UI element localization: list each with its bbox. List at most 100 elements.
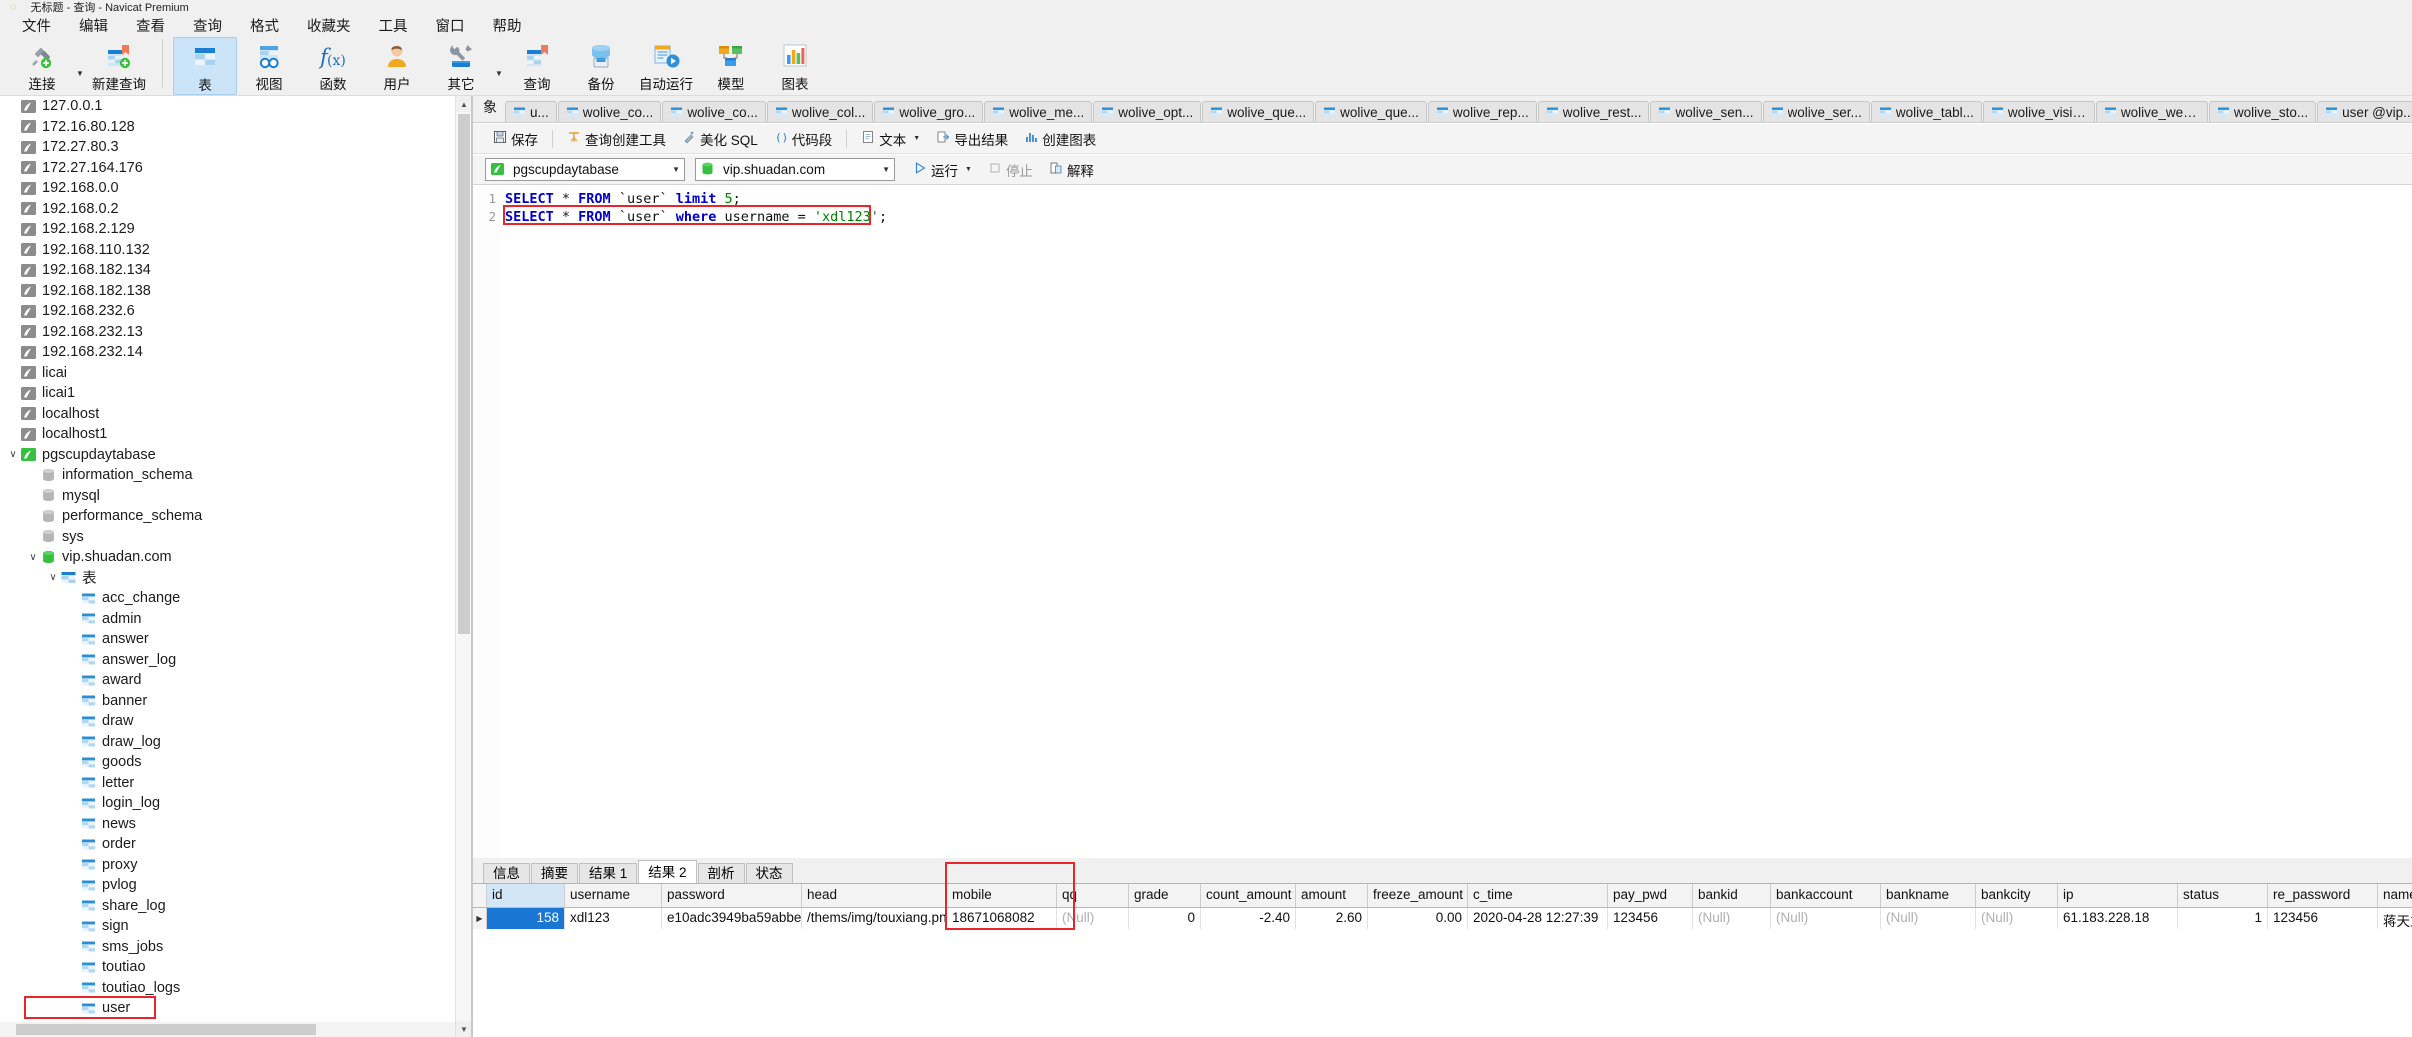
cell-re_password[interactable]: 123456 — [2268, 908, 2378, 929]
cell-pay_pwd[interactable]: 123456 — [1608, 908, 1693, 929]
sidebar-hscroll-thumb[interactable] — [16, 1024, 316, 1035]
cell-qq[interactable]: (Null) — [1057, 908, 1129, 929]
column-header-bankaccount[interactable]: bankaccount — [1771, 884, 1881, 907]
tree-item-information-schema[interactable]: information_schema — [0, 465, 471, 486]
sql-line[interactable]: SELECT * FROM `user` limit 5; — [505, 190, 741, 208]
tree-item-192-168-232-6[interactable]: 192.168.232.6 — [0, 301, 471, 322]
explain-button[interactable]: 解释 — [1041, 158, 1102, 182]
cell-amount[interactable]: 2.60 — [1296, 908, 1368, 929]
column-header-count_amount[interactable]: count_amount — [1201, 884, 1296, 907]
object-tab[interactable]: wolive_rest... — [1537, 101, 1650, 122]
connection-tree-sidebar[interactable]: 127.0.0.1 172.16.80.128 172.27.80.3 172.27.… — [0, 96, 472, 1037]
tree-expander-icon[interactable]: ∨ — [6, 449, 20, 460]
column-header-c_time[interactable]: c_time — [1468, 884, 1608, 907]
cell-mobile[interactable]: 18671068082 — [947, 908, 1057, 929]
column-header-bankname[interactable]: bankname — [1881, 884, 1976, 907]
result-tab-状态[interactable]: 状态 — [745, 863, 793, 883]
result-tab-结果2[interactable]: 结果 2 — [638, 860, 697, 883]
object-tab[interactable]: wolive_que... — [1202, 101, 1315, 122]
column-header-bankid[interactable]: bankid — [1693, 884, 1771, 907]
cell-count_amount[interactable]: -2.40 — [1201, 908, 1296, 929]
tree-item-vip-shuadan-com[interactable]: ∨ vip.shuadan.com — [0, 547, 471, 568]
tree-item-draw-log[interactable]: draw_log — [0, 732, 471, 753]
tree-item-answer[interactable]: answer — [0, 629, 471, 650]
run-button[interactable]: 运行 ▼ — [905, 158, 980, 182]
cell-grade[interactable]: 0 — [1129, 908, 1201, 929]
column-header-pay_pwd[interactable]: pay_pwd — [1608, 884, 1693, 907]
tree-expander-icon[interactable]: ∨ — [46, 572, 60, 583]
sidebar-vertical-scrollbar[interactable]: ▲ ▼ — [455, 96, 471, 1037]
tree-item-acc-change[interactable]: acc_change — [0, 588, 471, 609]
chevron-down-icon[interactable]: ▼ — [493, 69, 505, 78]
cell-bankid[interactable]: (Null) — [1693, 908, 1771, 929]
sql-line[interactable]: SELECT * FROM `user` where username = 'x… — [505, 208, 887, 226]
column-header-freeze_amount[interactable]: freeze_amount — [1368, 884, 1468, 907]
cell-head[interactable]: /thems/img/touxiang.png — [802, 908, 947, 929]
toolbar-query[interactable]: 查询 — [505, 37, 569, 93]
column-header-id[interactable]: id — [487, 884, 565, 907]
sidebar-scroll-thumb[interactable] — [458, 114, 470, 634]
tree-item-sign[interactable]: sign — [0, 916, 471, 937]
cell-password[interactable]: e10adc3949ba59abbe56e — [662, 908, 802, 929]
tree-item-172-16-80-128[interactable]: 172.16.80.128 — [0, 117, 471, 138]
object-tab[interactable]: wolive_co... — [662, 101, 766, 122]
tree-item-sms-jobs[interactable]: sms_jobs — [0, 937, 471, 958]
object-tab[interactable]: wolive_opt... — [1093, 101, 1202, 122]
tree-item-answer-log[interactable]: answer_log — [0, 650, 471, 671]
menu-edit[interactable]: 编辑 — [65, 13, 122, 38]
menu-tools[interactable]: 工具 — [365, 13, 422, 38]
tree-item-172-27-164-176[interactable]: 172.27.164.176 — [0, 158, 471, 179]
result-tab-摘要[interactable]: 摘要 — [531, 863, 578, 883]
tree-item-192-168-0-0[interactable]: 192.168.0.0 — [0, 178, 471, 199]
menu-format[interactable]: 格式 — [236, 13, 293, 38]
menu-file[interactable]: 文件 — [8, 13, 65, 38]
cell-freeze_amount[interactable]: 0.00 — [1368, 908, 1468, 929]
chevron-down-icon[interactable]: ▼ — [878, 165, 890, 174]
tree-item-performance-schema[interactable]: performance_schema — [0, 506, 471, 527]
toolbar-chart[interactable]: 图表 — [763, 37, 827, 93]
result-tab-结果1[interactable]: 结果 1 — [579, 863, 638, 883]
cell-bankname[interactable]: (Null) — [1881, 908, 1976, 929]
tree-item-share-log[interactable]: share_log — [0, 896, 471, 917]
column-header-username[interactable]: username — [565, 884, 662, 907]
cell-c_time[interactable]: 2020-04-28 12:27:39 — [1468, 908, 1608, 929]
sql-editor[interactable]: 1 2 SELECT * FROM `user` limit 5; SELECT … — [473, 186, 2412, 858]
column-header-re_password[interactable]: re_password — [2268, 884, 2378, 907]
database-combo[interactable]: vip.shuadan.com ▼ — [695, 158, 895, 181]
tree-item-192-168-2-129[interactable]: 192.168.2.129 — [0, 219, 471, 240]
column-header-qq[interactable]: qq — [1057, 884, 1129, 907]
tree-item-pgscupdaytabase[interactable]: ∨ pgscupdaytabase — [0, 445, 471, 466]
tree-item-172-27-80-3[interactable]: 172.27.80.3 — [0, 137, 471, 158]
result-grid[interactable]: id username password head mobile qq grade count… — [473, 862, 2412, 944]
object-tab[interactable]: wolive_me... — [984, 101, 1093, 122]
export-result-button[interactable]: 导出结果 — [928, 127, 1016, 151]
tree-item-192-168-232-13[interactable]: 192.168.232.13 — [0, 322, 471, 343]
toolbar-view[interactable]: 视图 — [237, 37, 301, 93]
menu-view[interactable]: 查看 — [122, 13, 179, 38]
result-tab-信息[interactable]: 信息 — [483, 863, 530, 883]
tree-item-192-168-182-134[interactable]: 192.168.182.134 — [0, 260, 471, 281]
chevron-down-icon[interactable]: ▼ — [962, 166, 972, 173]
code-snippet-button[interactable]: () 代码段 — [766, 127, 841, 151]
save-button[interactable]: 保存 — [485, 127, 546, 151]
menu-favorites[interactable]: 收藏夹 — [293, 13, 365, 38]
column-header-mobile[interactable]: mobile — [947, 884, 1057, 907]
tree-item-toutiao-logs[interactable]: toutiao_logs — [0, 978, 471, 999]
tree-item-licai[interactable]: licai — [0, 363, 471, 384]
object-tab[interactable]: wolive_tabl... — [1870, 101, 1982, 122]
tree-item-192-168-0-2[interactable]: 192.168.0.2 — [0, 199, 471, 220]
column-header-password[interactable]: password — [662, 884, 802, 907]
sidebar-horizontal-scrollbar[interactable] — [0, 1022, 471, 1037]
toolbar-connection[interactable]: 连接 — [10, 37, 74, 93]
tree-item-goods[interactable]: goods — [0, 752, 471, 773]
tree-item-news[interactable]: news — [0, 814, 471, 835]
object-tab[interactable]: u... — [505, 101, 557, 122]
tree-item-localhost[interactable]: localhost — [0, 404, 471, 425]
toolbar-table[interactable]: 表 — [173, 37, 237, 95]
column-header-ip[interactable]: ip — [2058, 884, 2178, 907]
object-tab[interactable]: wolive_gro... — [874, 101, 984, 122]
tree-item-pvlog[interactable]: pvlog — [0, 875, 471, 896]
create-chart-button[interactable]: 创建图表 — [1016, 127, 1104, 151]
cell-name[interactable]: 蒋天立 — [2378, 908, 2412, 929]
menu-query[interactable]: 查询 — [179, 13, 236, 38]
